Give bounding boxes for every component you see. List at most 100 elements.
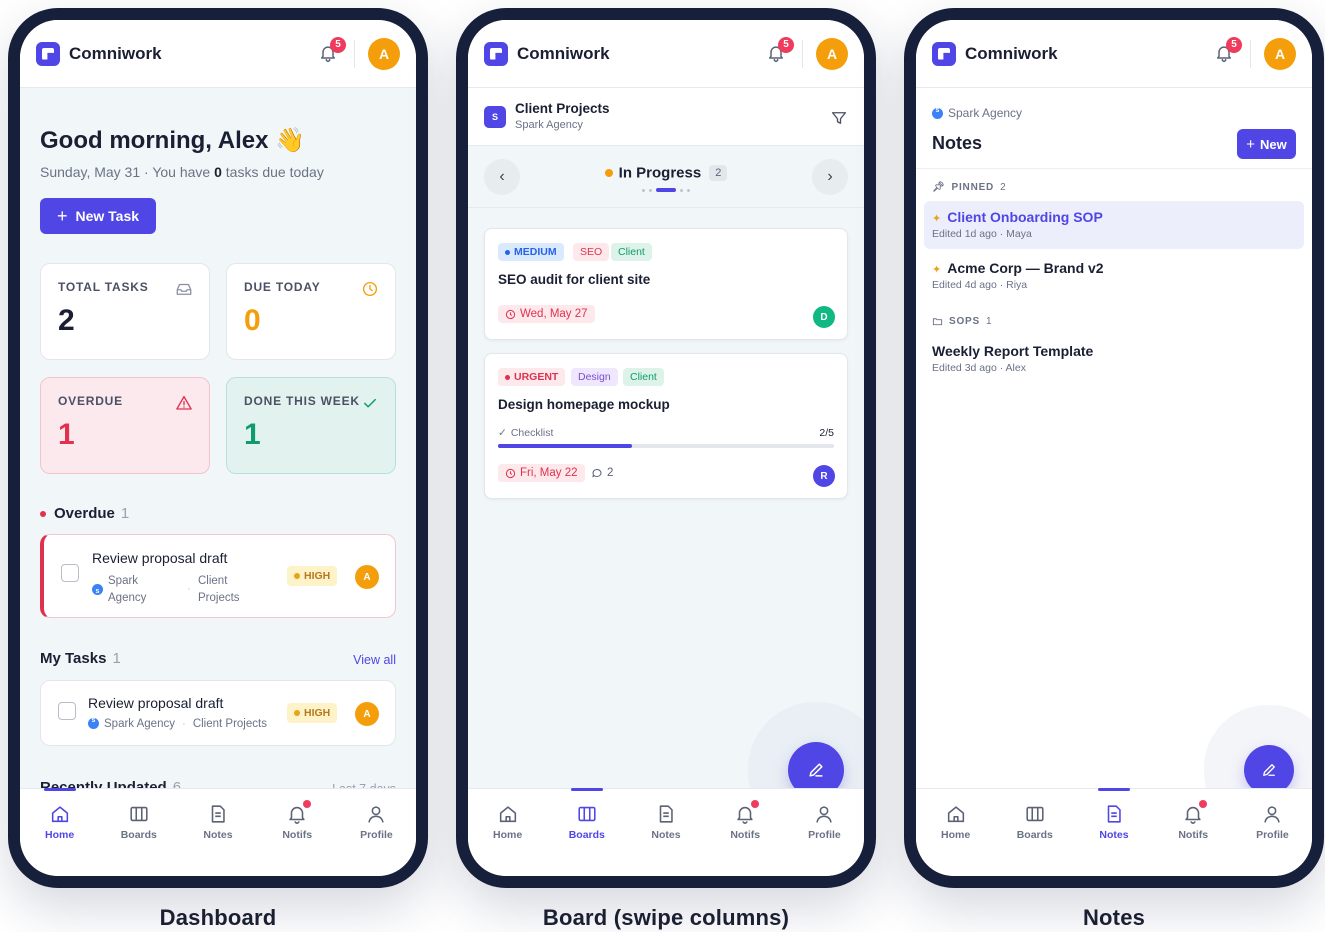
stat-overdue[interactable]: OVERDUE 1: [40, 377, 210, 474]
task-card[interactable]: URGENT Design Client Design homepage moc…: [484, 353, 848, 499]
assignee-avatar[interactable]: A: [355, 565, 379, 589]
overdue-task-card[interactable]: Review proposal draft Spark Agency · Clie…: [40, 534, 396, 618]
task-checkbox[interactable]: [61, 564, 79, 582]
priority-badge: HIGH: [287, 566, 338, 586]
stat-done-this-week[interactable]: DONE THIS WEEK 1: [226, 377, 396, 474]
workspace-dot-icon: [92, 583, 103, 600]
task-project: Client Projects: [198, 573, 268, 607]
overdue-section-title: Overdue 1: [40, 505, 129, 522]
stat-due-today[interactable]: DUE TODAY 0: [226, 263, 396, 360]
project-header[interactable]: S Client Projects Spark Agency: [468, 88, 864, 146]
due-date: Wed, May 27: [520, 308, 588, 320]
comment-count-value: 2: [607, 467, 614, 479]
priority-badge: HIGH: [287, 703, 338, 723]
notifications-button[interactable]: 5: [1214, 36, 1242, 65]
stat-label: DONE THIS WEEK: [244, 394, 360, 408]
nav-notes[interactable]: Notes: [178, 789, 257, 876]
priority-label: URGENT: [514, 371, 559, 383]
nav-notifs[interactable]: Notifs: [258, 789, 337, 876]
user-avatar[interactable]: A: [816, 37, 848, 70]
next-column-button[interactable]: ›: [812, 159, 848, 195]
nav-label: Notes: [1099, 829, 1129, 841]
tasks-due-suffix: tasks due today: [221, 164, 324, 180]
new-task-button[interactable]: + New Task: [40, 198, 156, 234]
assignee-avatar[interactable]: D: [813, 306, 835, 328]
note-item[interactable]: Weekly Report Template Edited 3d ago · A…: [924, 335, 1304, 383]
app-name: Comniwork: [69, 43, 162, 63]
task-checkbox[interactable]: [58, 702, 76, 720]
view-all-link[interactable]: View all: [353, 653, 396, 667]
new-note-label: New: [1260, 136, 1287, 152]
greeting-subtitle: Sunday, May 31 · You have 0 tasks due to…: [40, 164, 324, 180]
nav-notes[interactable]: Notes: [626, 789, 705, 876]
assignee-avatar[interactable]: R: [813, 465, 835, 487]
my-task-card[interactable]: Review proposal draft Spark Agency · Clien…: [40, 680, 396, 746]
caption-board: Board (swipe columns): [542, 905, 790, 930]
caption-notes: Notes: [1082, 905, 1146, 930]
pager-active-dot: [656, 188, 676, 192]
due-date-chip: Wed, May 27: [498, 305, 595, 323]
user-icon: [1264, 806, 1281, 823]
nav-boards[interactable]: Boards: [547, 788, 626, 876]
note-icon: [659, 805, 673, 823]
nav-profile[interactable]: Profile: [337, 789, 416, 876]
group-label: PINNED: [951, 182, 995, 193]
sops-group-header[interactable]: SOPS 1: [932, 316, 992, 327]
user-avatar[interactable]: A: [368, 37, 400, 70]
checklist-label: Checklist: [510, 427, 554, 439]
checklist-progress-fill: [498, 444, 633, 448]
nav-home[interactable]: Home: [468, 789, 547, 876]
nav-home[interactable]: Home: [20, 788, 99, 876]
boards-icon: [130, 806, 148, 822]
filter-icon[interactable]: [830, 109, 848, 127]
due-date-chip: Fri, May 22: [498, 464, 585, 482]
nav-label: Notifs: [1178, 829, 1209, 841]
nav-profile[interactable]: Profile: [785, 789, 864, 876]
phone-notes: Comniwork 5 A Spark Agency Notes +New 📌︎…: [904, 8, 1324, 888]
greeting-title: Good morning, Alex 👋: [40, 127, 305, 154]
workspace-line2: Agency: [108, 592, 147, 604]
assignee-avatar[interactable]: A: [355, 702, 379, 726]
comment-count[interactable]: 2: [591, 467, 613, 479]
notifications-button[interactable]: 5: [766, 36, 794, 65]
new-note-button[interactable]: + New: [1237, 129, 1296, 159]
divider: [802, 39, 803, 68]
task-workspace: Spark Agency: [104, 718, 175, 730]
task-title: Review proposal draft: [88, 695, 224, 711]
phone-board: Comniwork 5 A S Client Projects Spark Ag…: [456, 8, 876, 888]
stat-total-tasks[interactable]: TOTAL TASKS 2: [40, 263, 210, 360]
nav-home[interactable]: Home: [916, 789, 995, 876]
caption-dashboard: Dashboard: [159, 905, 277, 930]
tag-chip: Client: [611, 243, 652, 261]
notes-workspace[interactable]: Spark Agency: [932, 106, 1022, 120]
task-project: Client Projects: [192, 718, 267, 730]
user-avatar[interactable]: A: [1264, 37, 1296, 70]
nav-label: Notifs: [282, 829, 313, 841]
column-count-badge: 2: [709, 164, 728, 181]
pager-dot: [680, 188, 683, 192]
section-count: 1: [112, 650, 121, 667]
workspace-dot-icon: [88, 717, 99, 730]
note-item[interactable]: ✦ Acme Corp — Brand v2 Edited 4d ago · Ri…: [924, 252, 1304, 300]
divider: [354, 39, 355, 68]
notifications-button[interactable]: 5: [318, 36, 346, 65]
folder-icon: [932, 318, 943, 326]
stat-value: 1: [244, 418, 261, 451]
task-card[interactable]: MEDIUM SEO Client SEO audit for client s…: [484, 228, 848, 340]
bottom-nav: Home Boards Notes Notifs Profile: [916, 788, 1312, 876]
nav-profile[interactable]: Profile: [1233, 789, 1312, 876]
section-count: 1: [120, 505, 130, 522]
nav-boards[interactable]: Boards: [995, 789, 1074, 876]
nav-notes[interactable]: Notes: [1074, 788, 1153, 876]
note-item[interactable]: ✦ Client Onboarding SOP Edited 1d ago · M…: [924, 201, 1304, 249]
unread-dot-icon: [1199, 800, 1208, 808]
nav-notifs[interactable]: Notifs: [706, 789, 785, 876]
clock-icon: [505, 309, 516, 319]
section-label: My Tasks: [40, 650, 107, 667]
app-logo-icon: [484, 41, 508, 66]
project-title: Client Projects: [515, 101, 610, 116]
group-count: 1: [986, 316, 993, 327]
nav-boards[interactable]: Boards: [99, 789, 178, 876]
nav-notifs[interactable]: Notifs: [1154, 789, 1233, 876]
user-icon: [816, 806, 833, 823]
